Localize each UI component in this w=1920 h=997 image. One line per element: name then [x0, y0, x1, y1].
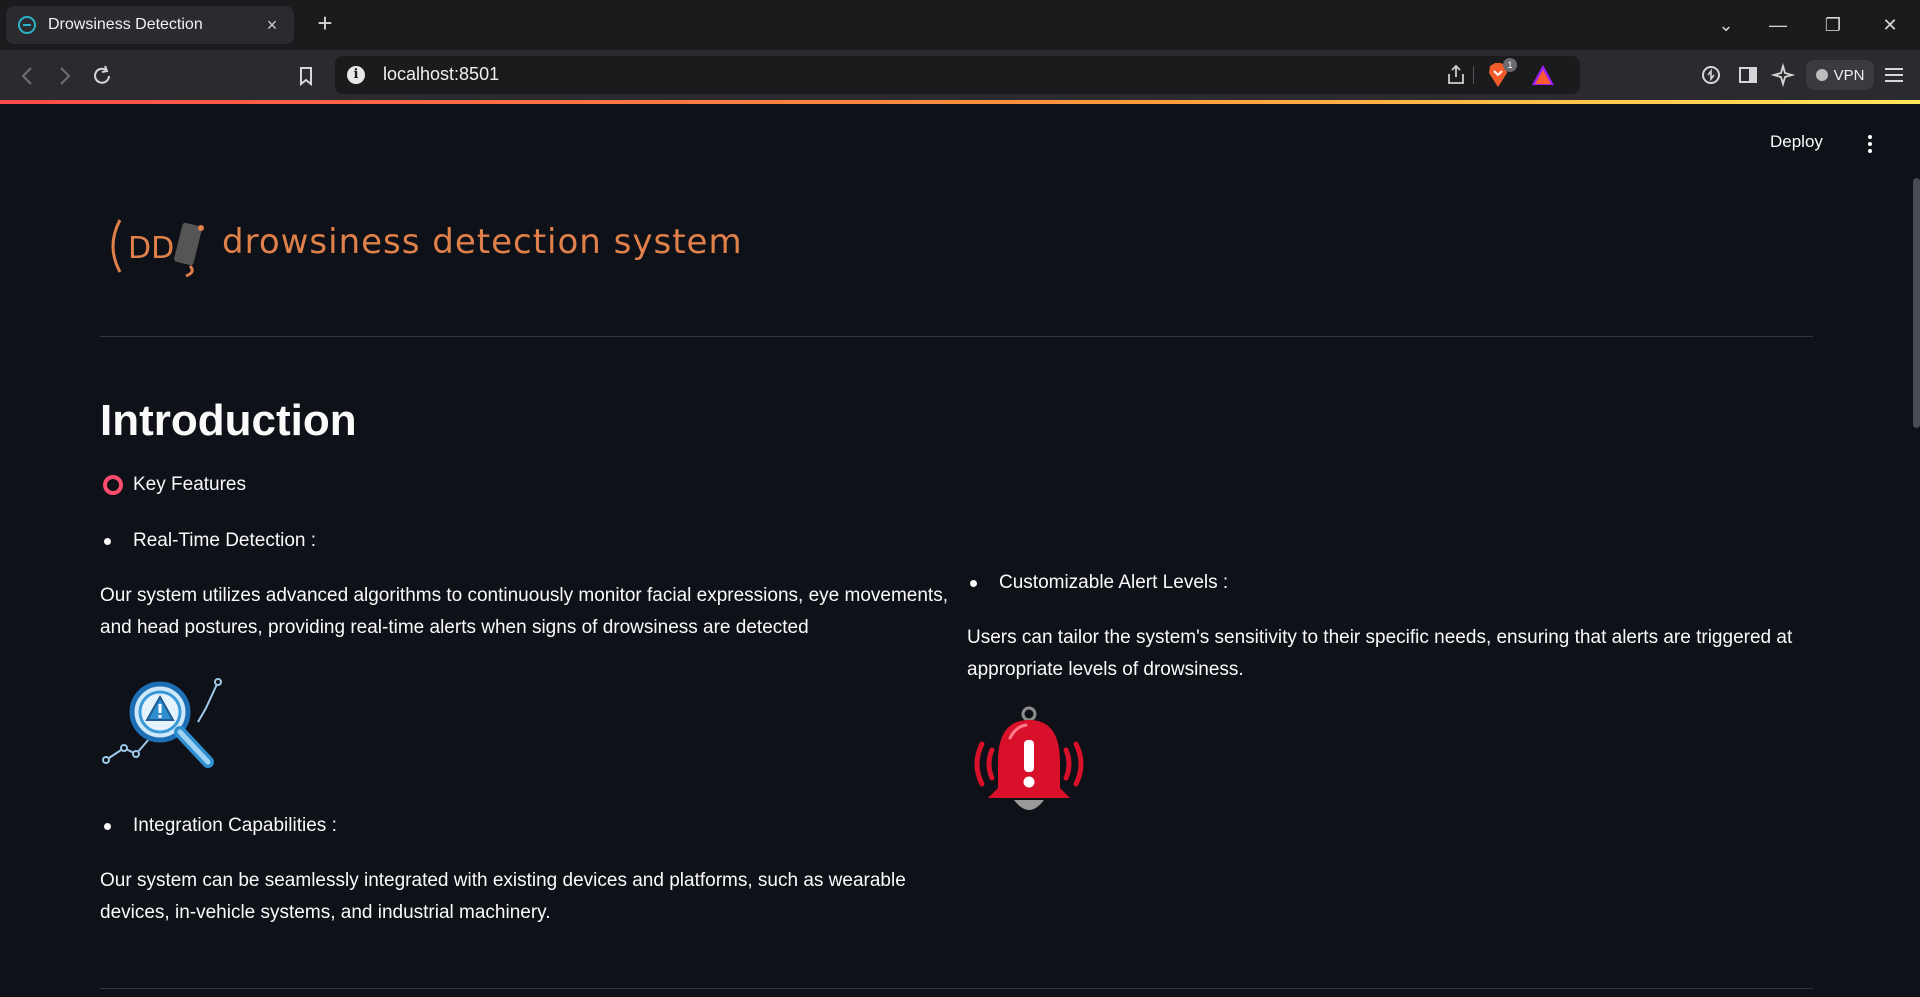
forward-button[interactable] [50, 62, 78, 90]
feature-desc-integration-line1: Our system can be seamlessly integrated … [100, 870, 906, 891]
page-scrollbar[interactable] [1913, 178, 1920, 428]
bullet-dot [970, 579, 977, 587]
feature-title-realtime: Real-Time Detection : [133, 530, 317, 551]
bookmark-icon[interactable] [292, 62, 320, 90]
minimize-button[interactable]: — [1758, 12, 1798, 38]
key-features-row: Key Features [103, 474, 246, 496]
magnifier-warning-icon [100, 678, 226, 772]
key-features-label: Key Features [133, 474, 246, 495]
vpn-status-icon [1815, 69, 1828, 81]
logo-mark-text: DD [128, 231, 174, 266]
divider-bottom [100, 988, 1813, 989]
vpn-button[interactable]: VPN [1806, 60, 1874, 90]
list-item-integration: Integration Capabilities : [104, 815, 337, 837]
list-item-realtime: Real-Time Detection : [104, 530, 316, 552]
new-tab-button[interactable]: + [312, 10, 338, 38]
streamlit-favicon-icon [18, 16, 36, 34]
address-bar[interactable]: i localhost:8501 1 [335, 56, 1580, 94]
page-title: Introduction [100, 396, 357, 445]
sidebar-toggle-icon[interactable] [1734, 62, 1762, 90]
bullet-dot [104, 537, 111, 545]
back-button[interactable] [14, 62, 42, 90]
restore-button[interactable]: ❐ [1813, 12, 1853, 38]
brave-rewards-icon[interactable] [1531, 64, 1555, 86]
main-menu-icon[interactable] [1864, 132, 1876, 156]
menu-icon[interactable] [1880, 62, 1908, 90]
shields-count-badge: 1 [1503, 58, 1517, 72]
feature-desc-realtime: Our system utilizes advanced algorithms … [100, 580, 948, 644]
browser-tab-bar: Drowsiness Detection × + ⌄ — ❐ ✕ [0, 0, 1920, 50]
url-text[interactable]: localhost:8501 [383, 64, 499, 85]
list-item-alert-levels: Customizable Alert Levels : [970, 572, 1228, 594]
tab-close-icon[interactable]: × [262, 15, 282, 36]
feature-desc-alert-levels-line2: appropriate levels of drowsiness. [967, 659, 1244, 680]
feature-desc-alert-levels-line1: Users can tailor the system's sensitivit… [967, 627, 1793, 648]
divider-top [100, 336, 1813, 337]
feature-desc-alert-levels: Users can tailor the system's sensitivit… [967, 622, 1792, 686]
leo-icon[interactable] [1697, 62, 1725, 90]
feature-title-integration: Integration Capabilities : [133, 815, 337, 836]
deploy-button[interactable]: Deploy [1770, 132, 1823, 152]
share-icon[interactable] [1443, 62, 1469, 88]
tab-search-dropdown-icon[interactable]: ⌄ [1706, 12, 1746, 38]
vpn-label: VPN [1833, 66, 1865, 84]
feature-desc-realtime-line1: Our system utilizes advanced algorithms … [100, 585, 948, 606]
ai-sparkle-icon[interactable] [1770, 62, 1798, 90]
tab-title: Drowsiness Detection [48, 16, 203, 33]
logo-title: drowsiness detection system [222, 222, 743, 262]
reload-button[interactable] [88, 62, 116, 90]
alarm-bell-icon [968, 704, 1090, 826]
feature-desc-integration-line2: devices, in-vehicle systems, and industr… [100, 902, 551, 923]
feature-desc-integration: Our system can be seamlessly integrated … [100, 865, 906, 929]
tab-drowsiness-detection[interactable]: Drowsiness Detection × [6, 6, 294, 44]
bullet-dot [104, 822, 111, 830]
feature-title-alert-levels: Customizable Alert Levels : [999, 572, 1229, 593]
dds-logo: DD [104, 214, 208, 278]
streamlit-decoration-bar [0, 100, 1920, 104]
site-info-icon[interactable]: i [347, 66, 365, 84]
address-separator [1473, 66, 1474, 84]
close-window-button[interactable]: ✕ [1870, 12, 1910, 38]
feature-desc-realtime-line2: and head postures, providing real-time a… [100, 617, 809, 638]
red-circle-icon [103, 475, 123, 495]
